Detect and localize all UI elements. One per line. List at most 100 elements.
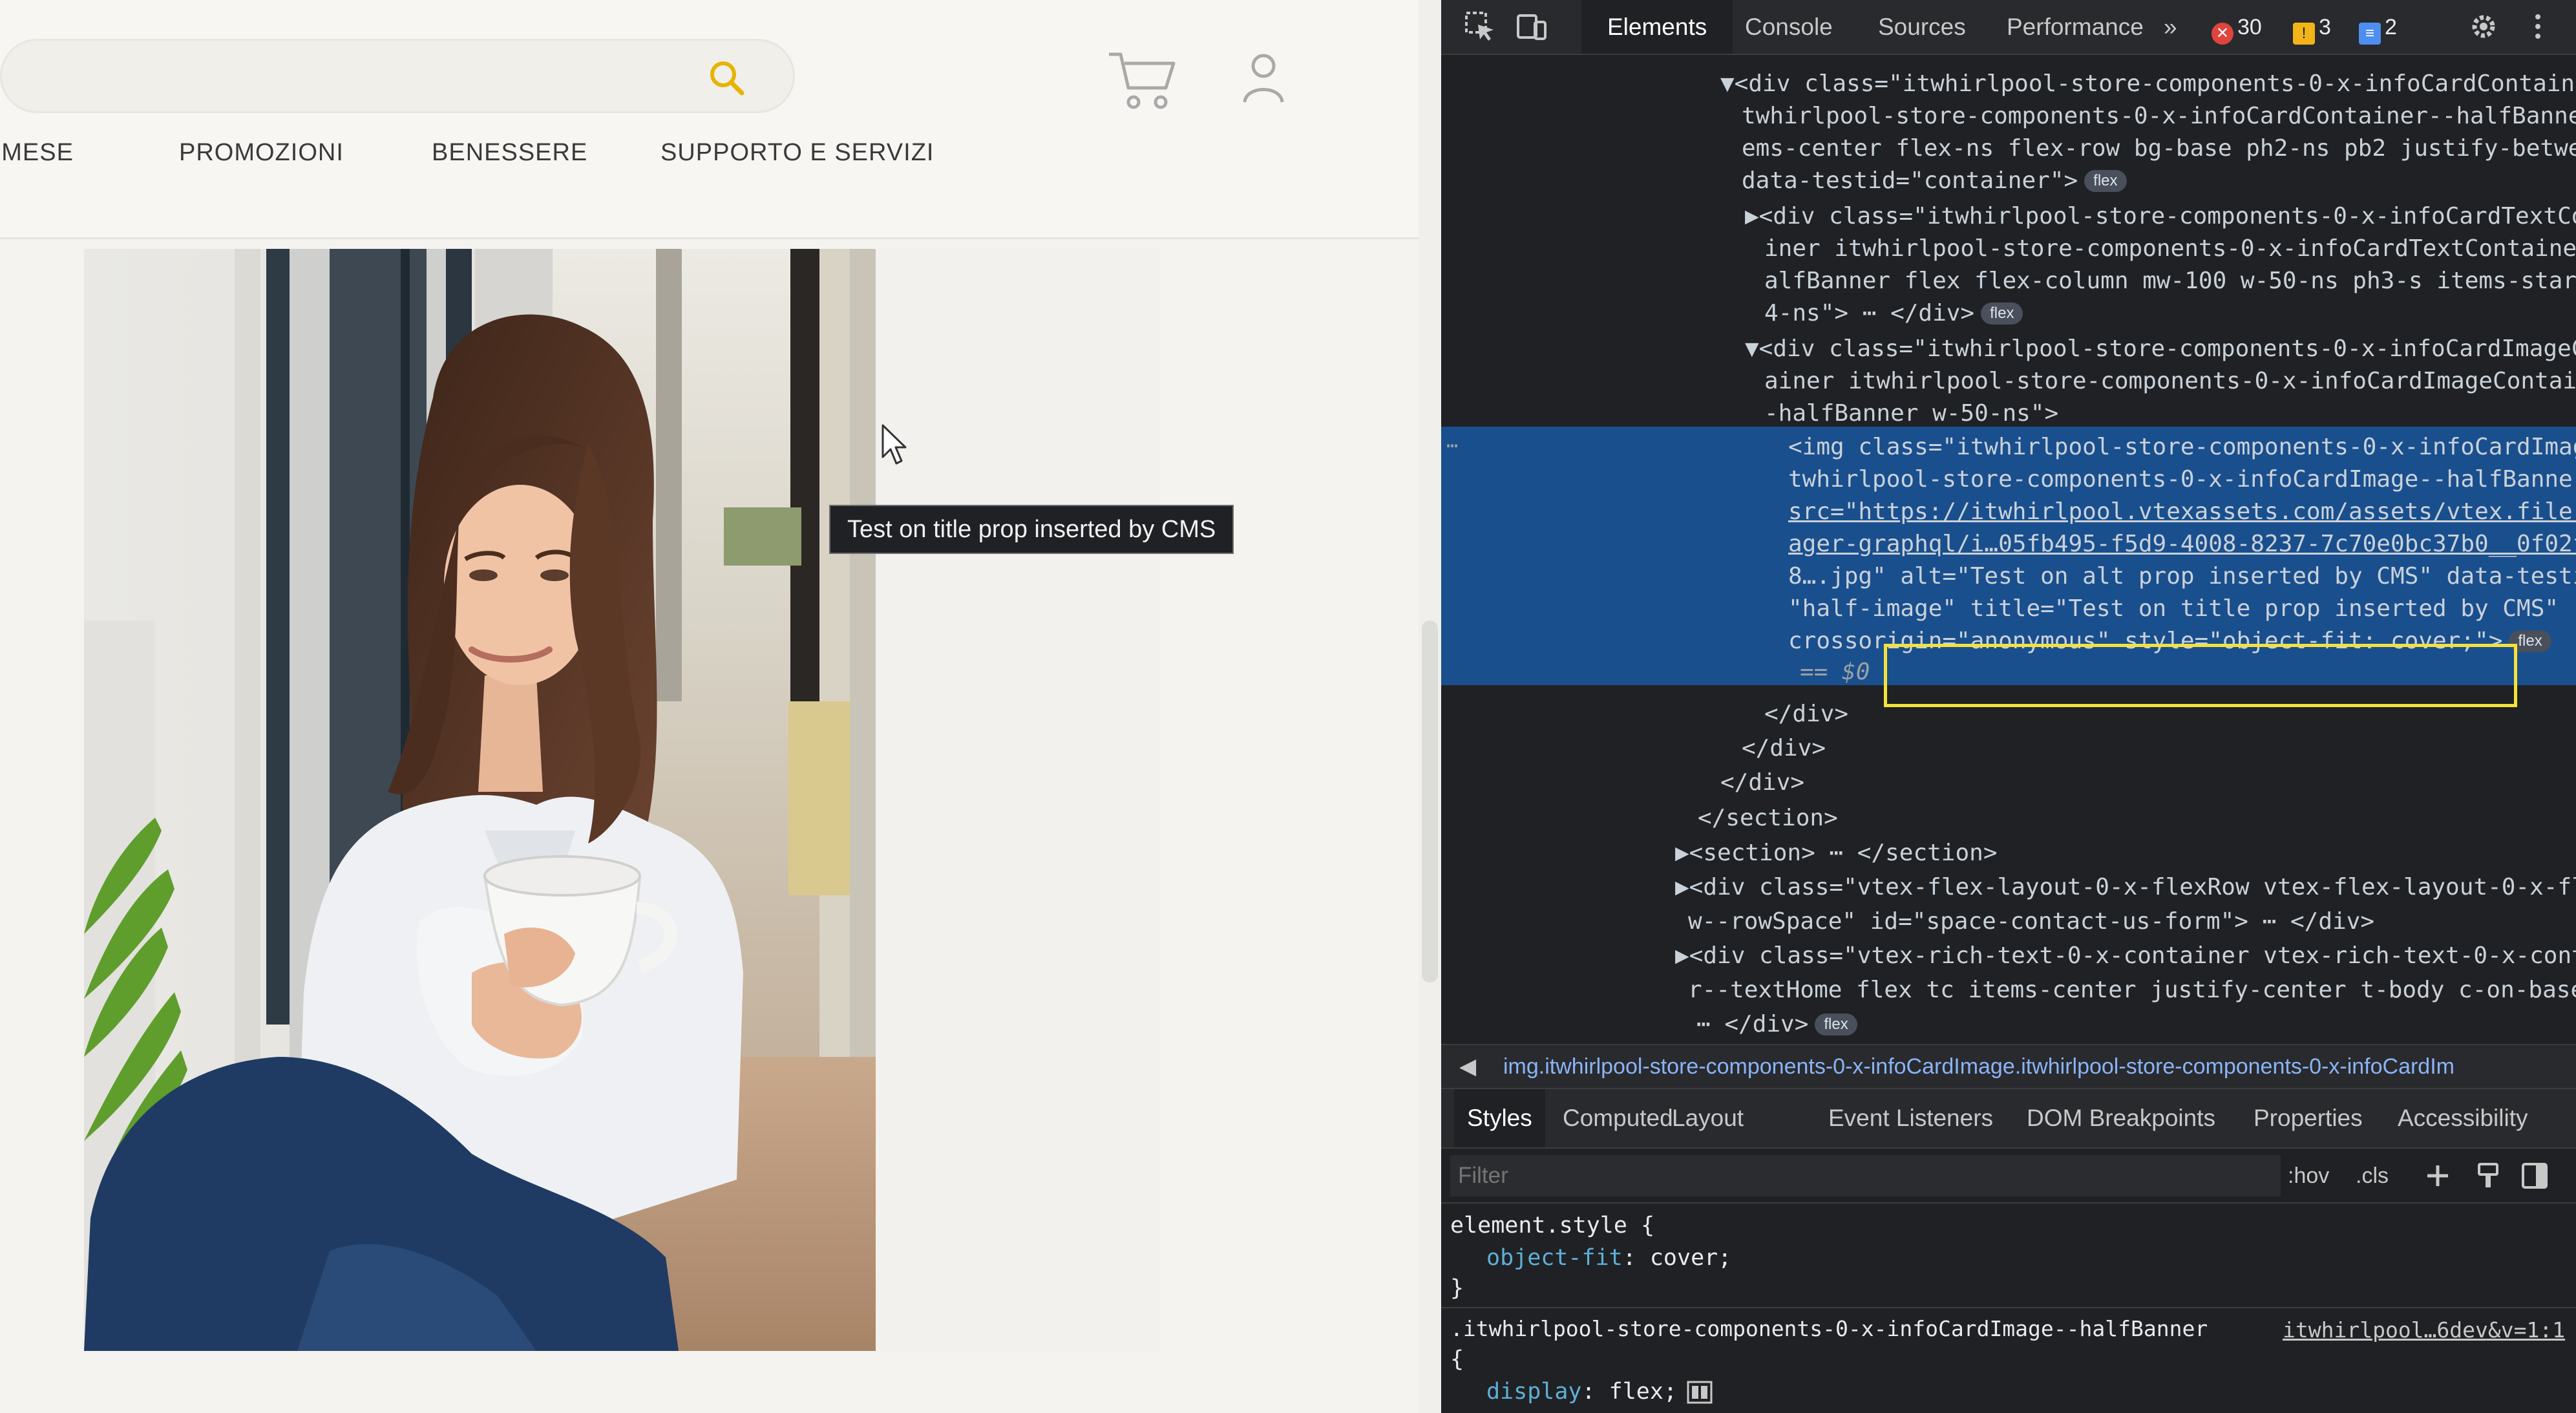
nav-item-benessere[interactable]: BENESSERE [432, 139, 587, 167]
error-count-badge[interactable]: ✕ 30 [2212, 14, 2262, 45]
tab-accessibility[interactable]: Accessibility [2398, 1089, 2528, 1147]
dom-line[interactable]: ▼<div class="itwhirlpool-store-component… [1745, 333, 2576, 365]
flex-badge[interactable]: flex [1815, 1014, 1857, 1036]
dom-line-text: data-testid="container"> [1742, 167, 2078, 194]
message-icon: ≡ [2359, 23, 2381, 45]
page-scrollbar-thumb[interactable] [1422, 621, 1438, 983]
dom-line[interactable]: </div> [1764, 698, 1848, 730]
css-property[interactable]: object-fit [1486, 1245, 1623, 1271]
closing-brace: } [1450, 1275, 1464, 1301]
woman-with-coffee-photo [84, 249, 1160, 1351]
dom-line[interactable]: r--textHome flex tc items-center justify… [1688, 974, 2576, 1006]
dom-line[interactable]: twhirlpool-store-components-0-x-infoCard… [1742, 100, 2576, 133]
dom-line[interactable]: w--rowSpace" id="space-contact-us-form">… [1688, 906, 2374, 938]
site-header: L MESE PROMOZIONI BENESSERE SUPPORTO E S… [0, 0, 1441, 239]
mouse-cursor-icon [882, 424, 907, 465]
more-tabs-button[interactable]: » [2164, 0, 2177, 54]
dom-tree[interactable]: … ▼<div class="itwhirlpool-store-compone… [1441, 55, 2576, 1044]
nav-item-supporto[interactable]: SUPPORTO E SERVIZI [660, 139, 934, 167]
tab-console[interactable]: Console [1745, 0, 1833, 54]
dom-line-text: ⋯ </div> [1696, 1011, 1809, 1037]
device-toolbar-icon[interactable] [1515, 10, 1548, 43]
dom-line-selected[interactable]: "half-image" title="Test on title prop i… [1788, 593, 2559, 625]
css-value[interactable]: : cover; [1623, 1245, 1732, 1271]
message-count-badge[interactable]: ≡ 2 [2359, 14, 2397, 45]
stylesheet-source-link[interactable]: itwhirlpool…6dev&v=1:1 [2283, 1313, 2565, 1347]
tab-styles[interactable]: Styles [1454, 1089, 1545, 1147]
console-ref-marker: == $0 [1800, 659, 1870, 685]
img-src-link[interactable]: src="https://itwhirlpool.vtexassets.com/… [1788, 496, 2576, 528]
css-property[interactable]: display [1486, 1379, 1582, 1405]
dom-line[interactable]: ▶<div class="vtex-flex-layout-0-x-flexRo… [1675, 871, 2576, 904]
dom-line[interactable]: ⋯ </div> flex [1696, 1008, 1857, 1041]
dom-line-selected[interactable]: twhirlpool-store-components-0-x-infoCard… [1788, 463, 2576, 496]
cart-icon[interactable] [1106, 48, 1177, 112]
rule-separator [1441, 1307, 2576, 1308]
flexbox-editor-icon[interactable] [1687, 1381, 1713, 1404]
devtools-toolbar: Elements Console Sources Performance » ✕… [1441, 0, 2576, 55]
dom-line[interactable]: data-testid="container"> flex [1742, 165, 2127, 197]
css-rule-selector[interactable]: .itwhirlpool-store-components-0-x-infoCa… [1450, 1312, 2208, 1346]
dom-line[interactable]: ainer itwhirlpool-store-components-0-x-i… [1764, 365, 2576, 398]
nav-item-promozioni[interactable]: PROMOZIONI [179, 139, 344, 167]
error-icon: ✕ [2212, 23, 2233, 45]
message-count: 2 [2385, 15, 2397, 39]
error-count: 30 [2237, 15, 2262, 39]
dom-line[interactable]: ▶<div class="itwhirlpool-store-component… [1745, 200, 2576, 233]
dom-line[interactable]: ▼<div class="itwhirlpool-store-component… [1720, 68, 2576, 100]
dom-line[interactable]: -halfBanner w-50-ns"> [1764, 398, 2058, 430]
flex-badge[interactable]: flex [1981, 303, 2023, 324]
dom-line[interactable]: iner itwhirlpool-store-components-0-x-in… [1764, 233, 2576, 265]
dom-line[interactable]: 4-ns"> ⋯ </div> flex [1764, 297, 2023, 330]
dom-line-selected[interactable]: 8….jpg" alt="Test on alt prop inserted b… [1788, 560, 2576, 593]
warning-count-badge[interactable]: ! 3 [2293, 14, 2331, 45]
tab-computed[interactable]: Computed [1563, 1089, 1673, 1147]
website-viewport: L MESE PROMOZIONI BENESSERE SUPPORTO E S… [0, 0, 1441, 1413]
new-style-rule-icon[interactable] [2423, 1162, 2452, 1190]
dom-line[interactable]: ems-center flex-ns flex-row bg-base ph2-… [1742, 133, 2576, 165]
dom-line[interactable]: </div> [1720, 767, 1804, 799]
tab-performance[interactable]: Performance [2007, 0, 2144, 54]
dom-line[interactable]: ▶<section> ⋯ </section> [1675, 837, 1998, 869]
tab-event-listeners[interactable]: Event Listeners [1828, 1089, 1993, 1147]
element-style-selector[interactable]: element.style { [1450, 1209, 1654, 1242]
node-options-dots[interactable]: … [1446, 430, 1458, 452]
style-declaration[interactable]: object-fit: cover; [1486, 1241, 1731, 1275]
search-icon[interactable] [706, 57, 747, 98]
nav-item-mese[interactable]: L MESE [0, 139, 74, 167]
attribute-highlight-box [1884, 644, 2517, 707]
dom-line[interactable]: </div> [1742, 732, 1826, 765]
styles-filter-row: :hov .cls [1441, 1149, 2576, 1204]
style-declaration[interactable]: display: flex; [1486, 1375, 1677, 1408]
breadcrumb-item[interactable]: img.itwhirlpool-store-components-0-x-inf… [1503, 1045, 2455, 1088]
kebab-menu-icon[interactable] [2522, 10, 2554, 43]
toggle-sidebar-icon[interactable] [2520, 1162, 2549, 1190]
class-toggle[interactable]: .cls [2356, 1156, 2389, 1195]
warning-icon: ! [2293, 23, 2315, 45]
hover-state-toggle[interactable]: :hov [2288, 1156, 2329, 1195]
half-banner-image[interactable] [84, 249, 1160, 1351]
dom-line[interactable]: ▶<div class="vtex-rich-text-0-x-containe… [1675, 940, 2576, 972]
settings-gear-icon[interactable] [2467, 10, 2500, 43]
tab-elements[interactable]: Elements [1581, 0, 1733, 54]
tab-properties[interactable]: Properties [2254, 1089, 2363, 1147]
styles-filter-input[interactable] [1450, 1155, 2281, 1196]
dom-line-selected[interactable]: <img class="itwhirlpool-store-components… [1788, 431, 2576, 463]
breadcrumb-scroll-left-icon[interactable]: ◀ [1459, 1045, 1476, 1088]
dom-line[interactable]: </section> [1698, 802, 1838, 834]
tab-dom-breakpoints[interactable]: DOM Breakpoints [2027, 1089, 2215, 1147]
element-breadcrumb[interactable]: ◀ img.itwhirlpool-store-components-0-x-i… [1441, 1044, 2576, 1089]
css-value[interactable]: : flex; [1582, 1379, 1678, 1405]
tab-sources[interactable]: Sources [1878, 0, 1966, 54]
warning-count: 3 [2319, 15, 2331, 39]
dom-line-text: 4-ns"> ⋯ </div> [1764, 300, 1975, 326]
search-input[interactable] [0, 39, 795, 113]
tab-layout[interactable]: Layout [1672, 1089, 1744, 1147]
flex-badge[interactable]: flex [2084, 170, 2127, 192]
img-src-link[interactable]: ager-graphql/i…05fb495-f5d9-4008-8237-7c… [1788, 528, 2576, 560]
dom-line[interactable]: alfBanner flex flex-column mw-100 w-50-n… [1764, 265, 2576, 297]
inspect-element-icon[interactable] [1464, 10, 1496, 43]
user-icon[interactable] [1241, 52, 1286, 103]
paint-brush-icon[interactable] [2474, 1162, 2502, 1190]
opening-brace: { [1450, 1346, 1464, 1372]
